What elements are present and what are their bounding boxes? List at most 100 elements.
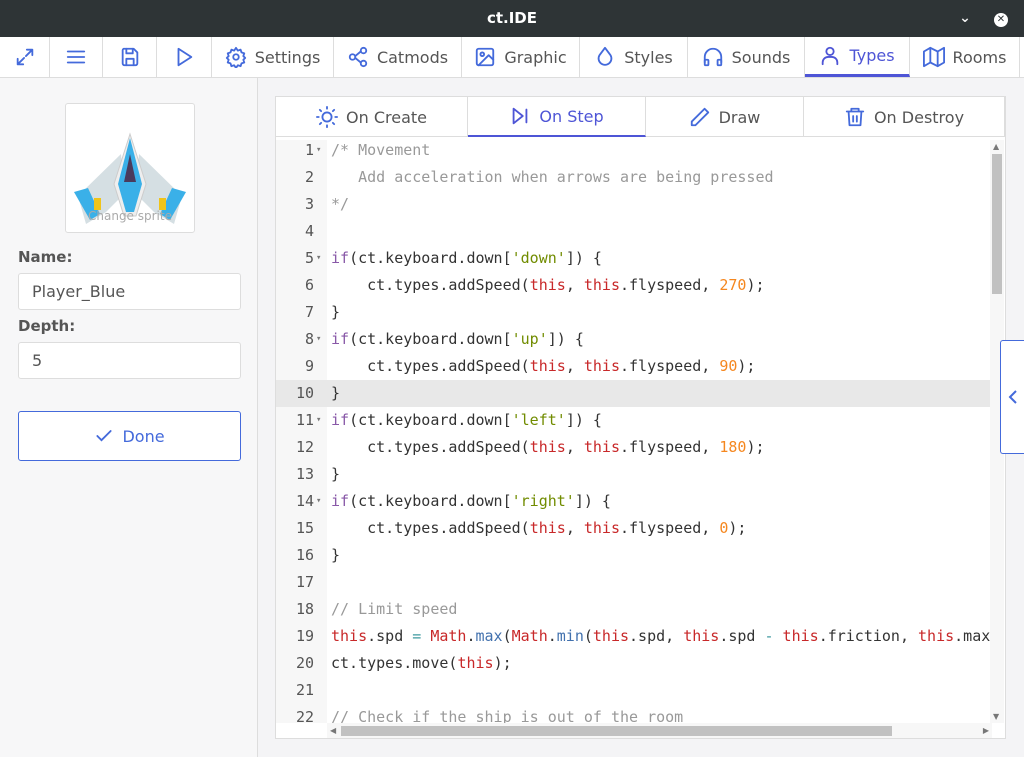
- toolbar-tab-sounds[interactable]: Sounds: [688, 37, 805, 77]
- code-token: 90: [719, 357, 738, 375]
- code-token: .maxspeed: [954, 627, 992, 645]
- code-token: 180: [719, 438, 747, 456]
- code-token: );: [737, 357, 756, 375]
- code-token: 'left': [511, 411, 566, 429]
- name-input[interactable]: Player_Blue: [18, 273, 241, 310]
- code-token: this: [918, 627, 955, 645]
- code-token: Math: [421, 627, 467, 645]
- code-editor[interactable]: 1 ▾/* Movement 2 Add acceleration when arr…: [276, 140, 992, 723]
- headphones-icon: [703, 47, 722, 67]
- code-token: this: [583, 276, 620, 294]
- line-number: 4: [304, 222, 314, 240]
- code-token: if: [331, 411, 350, 429]
- tab-label: Settings: [254, 47, 321, 67]
- code-token: ,: [565, 276, 584, 294]
- toolbar-tab-graphic[interactable]: Graphic: [462, 37, 580, 77]
- event-tab-on-create[interactable]: On Create: [276, 97, 468, 137]
- toolbar-tab-menu[interactable]: [50, 37, 103, 77]
- line-number: 14: [295, 492, 314, 510]
- toolbar-tab-types[interactable]: Types: [805, 37, 910, 77]
- toolbar-tab-play[interactable]: [157, 37, 212, 77]
- fold-arrow-icon[interactable]: ▾: [316, 140, 321, 164]
- tab-label: Styles: [624, 47, 673, 67]
- toolbar-tab-rooms[interactable]: Rooms: [910, 37, 1020, 77]
- line-number: 7: [304, 303, 314, 321]
- line-number: 15: [295, 519, 314, 537]
- line-number: 12: [295, 438, 314, 456]
- code-line: 16}: [276, 542, 992, 569]
- code-token: (ct.keyboard.down[: [349, 411, 512, 429]
- event-tab-draw[interactable]: Draw: [646, 97, 804, 137]
- change-sprite-caption: Change sprite: [88, 209, 172, 223]
- event-tab-on-destroy[interactable]: On Destroy: [804, 97, 1005, 137]
- event-tabs: On Create On Step Draw On Destroy: [276, 97, 1005, 137]
- toolbar-tab-save[interactable]: [103, 37, 157, 77]
- line-number: 11: [295, 411, 314, 429]
- code-text: ct.types.addSpeed(this, this.flyspeed, 9…: [331, 353, 755, 380]
- code-token: if: [331, 330, 350, 348]
- code-editor-card: On Create On Step Draw On Destroy 1 ▾/* Move…: [275, 96, 1006, 739]
- vertical-scroll-thumb[interactable]: [992, 154, 1002, 294]
- tab-label: Rooms: [952, 47, 1007, 67]
- toolbar-tab-expand[interactable]: [0, 37, 50, 77]
- code-token: ]) {: [565, 249, 602, 267]
- code-token: .flyspeed,: [620, 357, 720, 375]
- tab-label: Catmods: [376, 47, 449, 67]
- code-token: this: [583, 519, 620, 537]
- code-text: }: [331, 542, 340, 569]
- toolbar-tab-catmods[interactable]: Catmods: [334, 37, 462, 77]
- code-text: // Check if the ship is out of the room: [331, 704, 683, 723]
- line-number: 18: [295, 600, 314, 618]
- fold-arrow-icon[interactable]: ▾: [316, 245, 321, 272]
- code-token: min: [556, 627, 584, 645]
- menu-icon: [66, 50, 86, 64]
- code-line: 6 ct.types.addSpeed(this, this.flyspeed,…: [276, 272, 992, 299]
- droplet-icon: [597, 46, 613, 66]
- code-line: 9 ct.types.addSpeed(this, this.flyspeed,…: [276, 353, 992, 380]
- play-icon: [177, 47, 193, 67]
- toolbar-tab-styles[interactable]: Styles: [580, 37, 688, 77]
- line-number: 8: [304, 330, 314, 348]
- code-token: this: [529, 438, 566, 456]
- fold-arrow-icon[interactable]: ▾: [316, 488, 321, 515]
- change-sprite-button[interactable]: Change sprite: [65, 103, 195, 233]
- name-label: Name:: [18, 248, 73, 266]
- code-token: .: [466, 627, 476, 645]
- fold-arrow-icon[interactable]: ▾: [316, 326, 321, 353]
- collapse-panel-button[interactable]: [1000, 340, 1024, 454]
- event-tab-on-step[interactable]: On Step: [468, 97, 646, 137]
- code-line: 19 this.spd = Math.max(Math.min(this.spd,…: [276, 623, 992, 650]
- code-token: (ct.keyboard.down[: [349, 492, 512, 510]
- depth-input[interactable]: 5: [18, 342, 241, 379]
- event-tab-label: Draw: [718, 107, 761, 127]
- code-token: .: [547, 627, 557, 645]
- minimize-button[interactable]: ⌄: [950, 0, 980, 37]
- code-token: this: [457, 654, 494, 672]
- code-token: this: [592, 627, 630, 645]
- code-line: 20 ct.types.move(this);: [276, 650, 992, 677]
- code-token: .spd,: [629, 627, 684, 645]
- horizontal-scroll-thumb[interactable]: [341, 726, 892, 736]
- code-token: this: [583, 357, 620, 375]
- code-line: 1 ▾ /* Movement: [276, 140, 992, 164]
- close-button[interactable]: ✕: [986, 0, 1016, 37]
- line-number: 21: [295, 681, 314, 699]
- code-text: if(ct.keyboard.down['right']) {: [331, 488, 611, 515]
- toolbar-tab-settings[interactable]: Settings: [212, 37, 334, 77]
- code-token: .friction,: [818, 627, 919, 645]
- window-titlebar: ct.IDE ⌄ ✕: [0, 0, 1024, 37]
- code-line: 5 ▾ if(ct.keyboard.down['down']) {: [276, 245, 992, 272]
- code-token: 'up': [511, 330, 548, 348]
- code-token: );: [746, 276, 765, 294]
- horizontal-scrollbar[interactable]: ◀ ▶: [327, 723, 992, 738]
- code-token: 'right': [511, 492, 575, 510]
- code-token: }: [331, 384, 341, 402]
- done-button[interactable]: Done: [18, 411, 241, 461]
- code-line: 14 ▾ if(ct.keyboard.down['right']) {: [276, 488, 992, 515]
- code-token: this: [529, 276, 566, 294]
- depth-label: Depth:: [18, 317, 76, 335]
- code-line: 4: [276, 218, 992, 245]
- code-line: 10}: [276, 380, 992, 407]
- fold-arrow-icon[interactable]: ▾: [316, 407, 321, 434]
- code-token: .spd: [367, 627, 413, 645]
